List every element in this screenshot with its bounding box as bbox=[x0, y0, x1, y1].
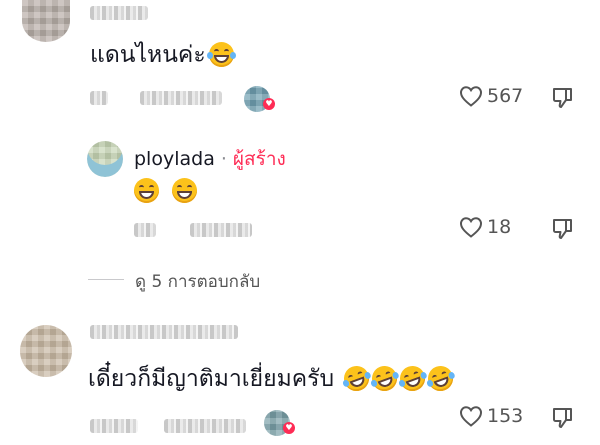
rofl-emoji-icon bbox=[424, 362, 457, 395]
creator-liked-heart-icon: ♥ bbox=[283, 422, 295, 434]
rofl-emoji-icon bbox=[340, 362, 373, 395]
rofl-emoji-icon bbox=[368, 362, 401, 395]
heart-outline-icon bbox=[459, 86, 483, 107]
commenter-username-blurred[interactable] bbox=[90, 6, 148, 20]
creator-name-row: ploylada · ผู้สร้าง bbox=[134, 144, 286, 174]
reply-meta-blurred bbox=[134, 223, 156, 237]
thumb-down-outline-icon[interactable] bbox=[551, 217, 575, 241]
rofl-emoji-icon bbox=[396, 362, 429, 395]
view-replies-divider bbox=[88, 279, 124, 280]
creator-liked-heart-icon: ♥ bbox=[263, 98, 275, 110]
like-count: 153 bbox=[487, 405, 524, 427]
reply-text bbox=[134, 176, 198, 206]
laugh-tears-emoji-icon bbox=[206, 42, 236, 67]
creator-avatar[interactable] bbox=[87, 141, 123, 177]
comment-text-body: แดนไหนค่ะ bbox=[90, 42, 206, 68]
like-count: 567 bbox=[487, 85, 524, 107]
comment-meta-blurred bbox=[90, 91, 108, 105]
grin-emoji-icon bbox=[134, 178, 159, 203]
reply-reply-link-blurred[interactable] bbox=[190, 223, 252, 237]
comment-text: เดี๋ยวก็มีญาติมาเยี่ยมครับ bbox=[88, 362, 457, 395]
creator-username[interactable]: ploylada bbox=[134, 148, 215, 170]
reply-like-count: 18 bbox=[487, 216, 512, 238]
heart-outline-icon bbox=[459, 406, 483, 427]
commenter-avatar[interactable] bbox=[22, 0, 70, 42]
comment-text: แดนไหนค่ะ bbox=[90, 40, 236, 70]
like-button[interactable]: 567 bbox=[459, 85, 523, 107]
name-separator: · bbox=[220, 148, 227, 170]
commenter-username-blurred[interactable] bbox=[90, 325, 238, 339]
heart-outline-icon bbox=[459, 217, 483, 238]
thumb-down-outline-icon[interactable] bbox=[551, 86, 575, 110]
comment-text-body: เดี๋ยวก็มีญาติมาเยี่ยมครับ bbox=[88, 366, 335, 392]
creator-label: ผู้สร้าง bbox=[232, 148, 286, 170]
reply-link-blurred[interactable] bbox=[140, 91, 222, 105]
like-button[interactable]: 153 bbox=[459, 405, 523, 427]
comment-meta-blurred bbox=[90, 419, 138, 433]
thumb-down-outline-icon[interactable] bbox=[551, 406, 575, 430]
reply-link-blurred[interactable] bbox=[164, 419, 246, 433]
view-replies-link[interactable]: ดู 5 การตอบกลับ bbox=[135, 268, 260, 295]
commenter-avatar[interactable] bbox=[20, 325, 72, 377]
reply-like-button[interactable]: 18 bbox=[459, 216, 511, 238]
grin-emoji-icon bbox=[172, 178, 198, 203]
